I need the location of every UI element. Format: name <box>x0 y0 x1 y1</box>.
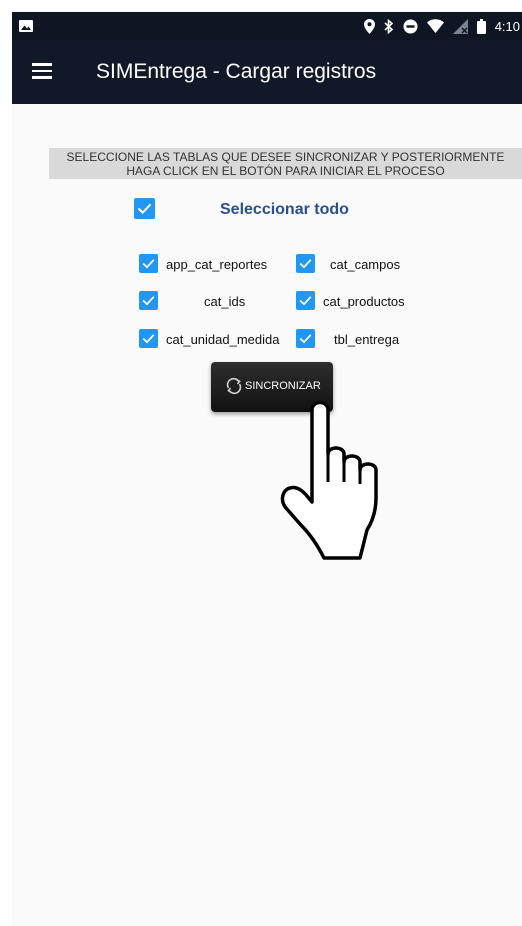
select-all-checkbox[interactable] <box>134 198 155 219</box>
checkmark-icon <box>142 259 155 269</box>
checkmark-icon <box>142 296 155 306</box>
instructions-line-2: HAGA CLICK EN EL BOTÓN PARA INICIAR EL P… <box>126 164 445 178</box>
checkbox-cat-unidad-medida[interactable] <box>139 329 158 348</box>
no-signal-icon <box>452 18 468 34</box>
status-bar: 4:10 <box>12 12 522 40</box>
do-not-disturb-icon <box>403 19 418 33</box>
table-label-cat-ids[interactable]: cat_ids <box>204 294 245 309</box>
checkmark-icon <box>299 334 312 344</box>
select-all-label[interactable]: Seleccionar todo <box>220 201 349 219</box>
menu-icon[interactable] <box>32 60 56 82</box>
checkbox-cat-campos[interactable] <box>296 254 315 273</box>
table-label-tbl-entrega[interactable]: tbl_entrega <box>334 332 399 347</box>
checkbox-tbl-entrega[interactable] <box>296 329 315 348</box>
instructions-line-1: SELECCIONE LAS TABLAS QUE DESEE SINCRONI… <box>66 150 505 164</box>
sync-icon <box>226 377 242 395</box>
table-label-cat-campos[interactable]: cat_campos <box>330 257 400 272</box>
checkbox-cat-ids[interactable] <box>139 291 158 310</box>
wifi-icon <box>426 19 444 33</box>
app-title: SIMEntrega - Cargar registros <box>96 60 377 83</box>
table-label-app-cat-reportes[interactable]: app_cat_reportes <box>166 257 267 272</box>
bluetooth-icon <box>384 18 393 34</box>
table-label-cat-unidad-medida[interactable]: cat_unidad_medida <box>166 332 279 347</box>
phone-screen: 4:10 SIMEntrega - Cargar registros SELEC… <box>12 12 522 926</box>
checkmark-icon <box>299 296 312 306</box>
checkbox-cat-productos[interactable] <box>296 291 315 310</box>
location-icon <box>363 18 375 34</box>
image-notification-icon <box>19 20 33 32</box>
checkmark-icon <box>142 334 155 344</box>
checkmark-icon <box>299 259 312 269</box>
table-label-cat-productos[interactable]: cat_productos <box>323 294 405 309</box>
checkmark-icon <box>137 203 152 215</box>
status-time: 4:10 <box>494 18 520 34</box>
hand-pointer-icon <box>280 400 378 560</box>
instructions-banner: SELECCIONE LAS TABLAS QUE DESEE SINCRONI… <box>49 148 522 179</box>
checkbox-app-cat-reportes[interactable] <box>139 254 158 273</box>
battery-icon <box>476 18 486 34</box>
app-bar: SIMEntrega - Cargar registros <box>12 40 522 104</box>
